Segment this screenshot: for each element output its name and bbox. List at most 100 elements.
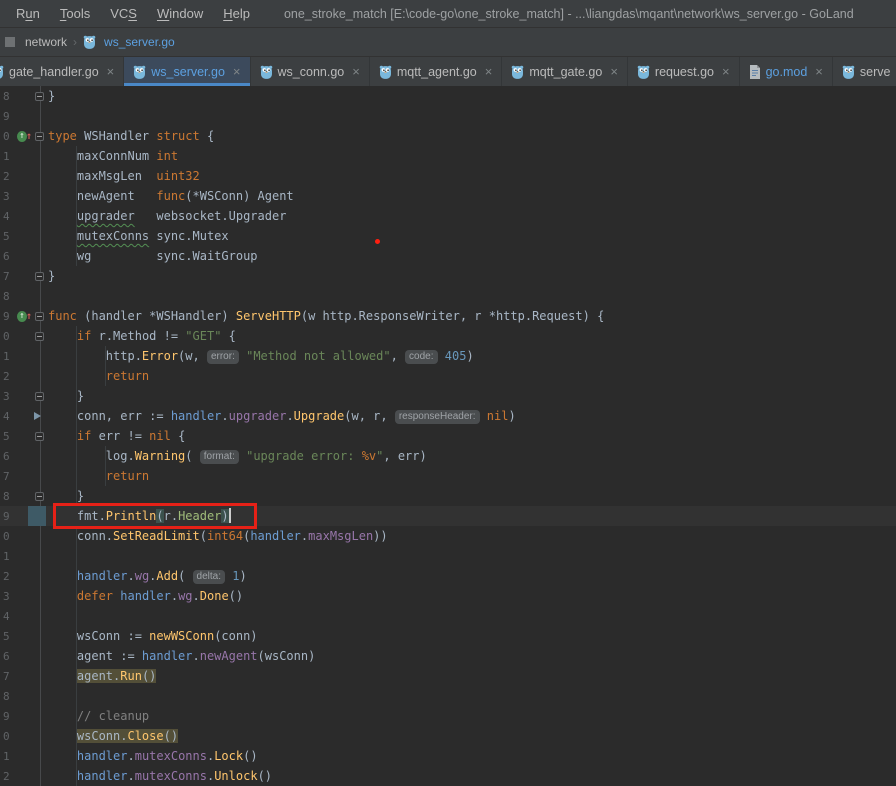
code-line[interactable]: 0 wsConn.Close()	[0, 726, 896, 746]
code-line[interactable]: 6 agent := handler.newAgent(wsConn)	[0, 646, 896, 666]
code-line[interactable]: 1	[0, 546, 896, 566]
code-line[interactable]: 3 newAgent func(*WSConn) Agent	[0, 186, 896, 206]
code-text[interactable]: func (handler *WSHandler) ServeHTTP(w ht…	[48, 306, 896, 326]
code-line[interactable]: 4 upgrader websocket.Upgrader	[0, 206, 896, 226]
fold-end-icon[interactable]	[35, 271, 44, 281]
code-text[interactable]: // cleanup	[48, 706, 896, 726]
tab-gate_handler.go[interactable]: gate_handler.go ×	[0, 57, 125, 86]
code-line[interactable]: 3 }	[0, 386, 896, 406]
code-area[interactable]: 8} 9 0 ↑ ↑ type WSHandler struct {1 maxConnNu…	[0, 86, 896, 786]
code-line[interactable]: 7 agent.Run()	[0, 666, 896, 686]
code-editor[interactable]: 8} 9 0 ↑ ↑ type WSHandler struct {1 maxConnNu…	[0, 86, 896, 786]
fold-end-icon[interactable]	[35, 91, 44, 101]
fold-end-icon[interactable]	[35, 491, 44, 501]
menu-item-run[interactable]: Run	[6, 6, 50, 21]
code-line[interactable]: 9 fmt.Println(r.Header)	[0, 506, 896, 526]
code-text[interactable]: conn, err := handler.upgrader.Upgrade(w,…	[48, 406, 896, 426]
code-line[interactable]: 9	[0, 106, 896, 126]
gutter-triangle-icon[interactable]	[34, 412, 41, 420]
code-text[interactable]: wsConn.Close()	[48, 726, 896, 746]
code-text[interactable]: http.Error(w, error: "Method not allowed…	[48, 346, 896, 366]
close-icon[interactable]: ×	[485, 65, 493, 78]
code-text[interactable]: if err != nil {	[48, 426, 896, 446]
code-text[interactable]: defer handler.wg.Done()	[48, 586, 896, 606]
close-icon[interactable]: ×	[722, 65, 730, 78]
code-line[interactable]: 2 handler.wg.Add( delta: 1)	[0, 566, 896, 586]
code-text[interactable]: wg sync.WaitGroup	[48, 246, 896, 266]
fold-collapse-icon[interactable]	[35, 431, 44, 441]
code-line[interactable]: 0 if r.Method != "GET" {	[0, 326, 896, 346]
code-text[interactable]: maxConnNum int	[48, 146, 896, 166]
code-text[interactable]: handler.mutexConns.Lock()	[48, 746, 896, 766]
code-line[interactable]: 1 maxConnNum int	[0, 146, 896, 166]
code-line[interactable]: 2 maxMsgLen uint32	[0, 166, 896, 186]
code-text[interactable]: }	[48, 86, 896, 106]
code-line[interactable]: 2 handler.mutexConns.Unlock()	[0, 766, 896, 786]
code-text[interactable]: }	[48, 266, 896, 286]
code-line[interactable]: 9 // cleanup	[0, 706, 896, 726]
tab-request.go[interactable]: request.go ×	[628, 57, 740, 86]
code-line[interactable]: 4 conn, err := handler.upgrader.Upgrade(…	[0, 406, 896, 426]
code-line[interactable]: 7}	[0, 266, 896, 286]
code-line[interactable]: 4	[0, 606, 896, 626]
code-text[interactable]: return	[48, 366, 896, 386]
code-line[interactable]: 1 http.Error(w, error: "Method not allow…	[0, 346, 896, 366]
code-line[interactable]: 9 ↑ ↑ func (handler *WSHandler) ServeHTTP(w…	[0, 306, 896, 326]
code-line[interactable]: 8	[0, 286, 896, 306]
code-text[interactable]: }	[48, 386, 896, 406]
code-text[interactable]: handler.mutexConns.Unlock()	[48, 766, 896, 786]
code-line[interactable]: 8	[0, 686, 896, 706]
code-text[interactable]: handler.wg.Add( delta: 1)	[48, 566, 896, 586]
breadcrumb-item-network[interactable]: network	[22, 33, 70, 51]
fold-collapse-icon[interactable]	[35, 311, 44, 321]
code-line[interactable]: 7 return	[0, 466, 896, 486]
fold-collapse-icon[interactable]	[35, 131, 44, 141]
code-line[interactable]: 1 handler.mutexConns.Lock()	[0, 746, 896, 766]
code-line[interactable]: 8}	[0, 86, 896, 106]
tab-mqtt_gate.go[interactable]: mqtt_gate.go ×	[502, 57, 628, 86]
code-text[interactable]: }	[48, 486, 896, 506]
code-text[interactable]: return	[48, 466, 896, 486]
tab-ws_conn.go[interactable]: ws_conn.go ×	[251, 57, 370, 86]
code-text[interactable]: if r.Method != "GET" {	[48, 326, 896, 346]
code-text[interactable]: conn.SetReadLimit(int64(handler.maxMsgLe…	[48, 526, 896, 546]
code-token: int	[156, 149, 179, 163]
fold-collapse-icon[interactable]	[35, 331, 44, 341]
tab-ws_server.go[interactable]: ws_server.go ×	[124, 57, 251, 86]
code-line[interactable]: 6 log.Warning( format: "upgrade error: %…	[0, 446, 896, 466]
menu-item-vcs[interactable]: VCS	[100, 6, 147, 21]
code-line[interactable]: 5 if err != nil {	[0, 426, 896, 446]
tab-mqtt_agent.go[interactable]: mqtt_agent.go ×	[370, 57, 503, 86]
close-icon[interactable]: ×	[233, 65, 241, 78]
menu-item-window[interactable]: Window	[147, 6, 213, 21]
code-text[interactable]: upgrader websocket.Upgrader	[48, 206, 896, 226]
code-token: struct	[156, 129, 207, 143]
tab-serve[interactable]: serve×	[833, 57, 896, 86]
code-line[interactable]: 6 wg sync.WaitGroup	[0, 246, 896, 266]
code-text[interactable]: log.Warning( format: "upgrade error: %v"…	[48, 446, 896, 466]
code-line[interactable]: 0 ↑ ↑ type WSHandler struct {	[0, 126, 896, 146]
menu-item-tools[interactable]: Tools	[50, 6, 100, 21]
code-line[interactable]: 2 return	[0, 366, 896, 386]
close-icon[interactable]: ×	[107, 65, 115, 78]
code-text[interactable]: newAgent func(*WSConn) Agent	[48, 186, 896, 206]
code-text[interactable]: wsConn := newWSConn(conn)	[48, 626, 896, 646]
code-text[interactable]: fmt.Println(r.Header)	[48, 506, 896, 526]
code-line[interactable]: 0 conn.SetReadLimit(int64(handler.maxMsg…	[0, 526, 896, 546]
code-text[interactable]: mutexConns sync.Mutex	[48, 226, 896, 246]
close-icon[interactable]: ×	[610, 65, 618, 78]
code-line[interactable]: 8 }	[0, 486, 896, 506]
code-text[interactable]: agent.Run()	[48, 666, 896, 686]
code-text[interactable]: agent := handler.newAgent(wsConn)	[48, 646, 896, 666]
code-line[interactable]: 5 wsConn := newWSConn(conn)	[0, 626, 896, 646]
fold-end-icon[interactable]	[35, 391, 44, 401]
code-text[interactable]: maxMsgLen uint32	[48, 166, 896, 186]
code-line[interactable]: 3 defer handler.wg.Done()	[0, 586, 896, 606]
tab-go.mod[interactable]: go.mod ×	[740, 57, 833, 86]
code-text[interactable]: type WSHandler struct {	[48, 126, 896, 146]
menu-item-help[interactable]: Help	[213, 6, 260, 21]
close-icon[interactable]: ×	[352, 65, 360, 78]
close-icon[interactable]: ×	[815, 65, 823, 78]
breadcrumb-item-ws_server.go[interactable]: ws_server.go	[101, 33, 178, 51]
code-line[interactable]: 5 mutexConns sync.Mutex	[0, 226, 896, 246]
